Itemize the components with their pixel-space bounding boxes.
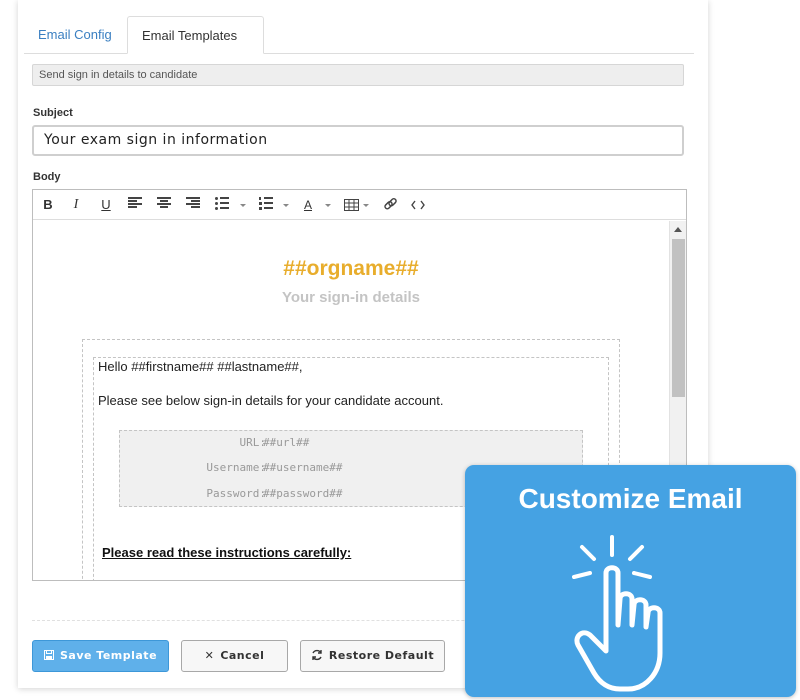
italic-icon[interactable]: I xyxy=(69,195,83,215)
pointing-hand-icon xyxy=(570,533,700,693)
close-icon: ✕ xyxy=(204,649,215,662)
refresh-icon xyxy=(311,641,323,671)
bullet-list-icon[interactable] xyxy=(215,197,229,210)
template-description-field: Send sign in details to candidate xyxy=(32,64,684,86)
scrollbar-thumb[interactable] xyxy=(672,239,685,397)
table-dropdown-icon[interactable] xyxy=(363,204,369,207)
sign-in-subtitle: Your sign-in details xyxy=(281,289,421,306)
link-icon[interactable] xyxy=(382,195,398,215)
cancel-button[interactable]: ✕ Cancel xyxy=(181,640,288,672)
save-template-button[interactable]: Save Template xyxy=(32,640,169,672)
credential-value: ##password## xyxy=(263,487,343,500)
tab-email-templates-label: Email Templates xyxy=(142,28,238,43)
credential-row-url: URL: ##url## xyxy=(120,436,584,452)
credential-value: ##url## xyxy=(263,436,310,449)
credential-value: ##username## xyxy=(263,461,343,474)
tab-email-config[interactable]: Email Config xyxy=(24,16,126,54)
code-view-icon[interactable] xyxy=(410,195,426,215)
editor-toolbar: B I U A xyxy=(33,190,686,220)
promo-title: Customize Email xyxy=(518,483,743,514)
underline-icon[interactable]: U xyxy=(99,195,113,215)
org-name-heading: ##orgname## xyxy=(283,257,419,280)
tab-bar: Email Config Email Templates xyxy=(24,16,694,77)
restore-default-button[interactable]: Restore Default xyxy=(300,640,445,672)
numbered-list-icon[interactable] xyxy=(259,197,273,210)
align-center-icon[interactable] xyxy=(157,197,171,209)
align-right-icon[interactable] xyxy=(186,197,200,209)
greeting-text: Hello ##firstname## ##lastname##, xyxy=(98,359,303,374)
font-color-icon[interactable]: A xyxy=(301,195,315,215)
bullet-list-dropdown-icon[interactable] xyxy=(240,204,246,207)
floppy-disk-icon xyxy=(43,641,54,671)
tab-email-templates[interactable]: Email Templates xyxy=(127,16,264,77)
credential-label: Password: xyxy=(206,487,266,500)
intro-text: Please see below sign-in details for you… xyxy=(98,393,444,408)
align-left-icon[interactable] xyxy=(128,197,142,209)
font-color-dropdown-icon[interactable] xyxy=(325,204,331,207)
subject-label: Subject xyxy=(33,107,73,119)
instructions-heading: Please read these instructions carefully… xyxy=(102,545,352,560)
cancel-label: Cancel xyxy=(220,649,265,662)
table-icon[interactable] xyxy=(343,195,359,215)
subject-input[interactable]: Your exam sign in information xyxy=(32,125,684,156)
save-template-label: Save Template xyxy=(59,649,158,662)
credential-label: Username: xyxy=(206,461,266,474)
bold-icon[interactable]: B xyxy=(41,195,55,215)
customize-email-promo: Customize Email xyxy=(465,465,796,697)
numbered-list-dropdown-icon[interactable] xyxy=(283,204,289,207)
restore-default-label: Restore Default xyxy=(328,649,435,662)
scroll-up-arrow-icon[interactable] xyxy=(674,227,682,232)
body-label: Body xyxy=(33,171,61,183)
